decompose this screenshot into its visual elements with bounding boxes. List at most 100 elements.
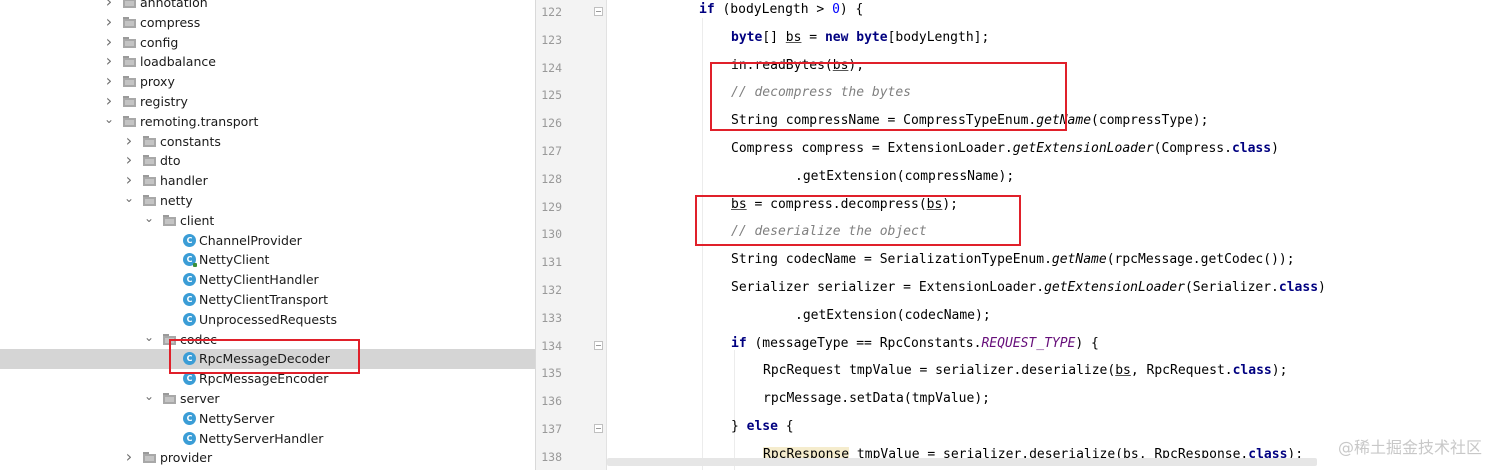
chevron-right-icon[interactable]: › [103, 13, 115, 29]
tree-item-label: client [180, 212, 215, 228]
tree-item-label: remoting.transport [140, 113, 259, 129]
line-number-gutter: 122 123 124 125 126 127 128 129 130 131 132 133 134 1… [536, 0, 606, 470]
package-folder-icon [123, 96, 136, 107]
code-line[interactable]: byte[] bs = new byte[bodyLength]; [731, 29, 989, 47]
tree-item-label: NettyServerHandler [199, 430, 324, 446]
tree-folder-constants[interactable]: › constants [0, 132, 535, 152]
line-number: 132 [541, 283, 562, 297]
code-token: String codecName = SerializationTypeEnum… [731, 252, 1052, 268]
code-token: = [801, 29, 825, 45]
code-token: (Compress. [1153, 141, 1232, 156]
code-token: class [1232, 363, 1272, 379]
code-line[interactable]: RpcRequest tmpValue = serializer.deseria… [763, 362, 1287, 380]
pin-badge-icon [193, 263, 197, 268]
code-line[interactable]: String codecName = SerializationTypeEnum… [731, 251, 1295, 269]
code-token: ) [1318, 280, 1326, 295]
chevron-down-icon[interactable]: ⌄ [123, 192, 135, 206]
line-number: 122 [541, 5, 562, 19]
tree-folder-proxy[interactable]: › proxy [0, 72, 535, 92]
line-number: 128 [541, 171, 562, 186]
horizontal-scrollbar[interactable] [607, 458, 1317, 466]
project-tree[interactable]: › annotation › compress › config › loadbalance ›… [0, 0, 535, 470]
tree-class-NettyClientHandler[interactable]: C NettyClientHandler [0, 270, 535, 290]
tree-item-label: loadbalance [140, 54, 216, 70]
chevron-right-icon[interactable]: › [103, 73, 115, 89]
tree-folder-registry[interactable]: › registry [0, 92, 535, 112]
watermark-text: @稀土掘金技术社区 [1338, 438, 1483, 457]
line-number: 136 [541, 394, 562, 409]
code-line[interactable]: if (messageType == RpcConstants.REQUEST_… [731, 335, 1099, 353]
line-number: 134 [541, 338, 562, 353]
package-folder-icon [123, 56, 136, 68]
code-line[interactable]: Compress compress = ExtensionLoader.getE… [731, 140, 1279, 158]
code-token: ) { [1075, 335, 1099, 351]
code-token: (bodyLength > [714, 2, 833, 17]
code-token: [] [762, 29, 786, 45]
java-class-icon: C [183, 253, 197, 268]
chevron-down-icon[interactable]: ⌄ [143, 390, 155, 404]
tree-item-label: NettyClient [199, 252, 270, 268]
chevron-right-icon[interactable]: › [123, 449, 135, 465]
tree-class-NettyServerHandler[interactable]: C NettyServerHandler [0, 429, 535, 449]
annotation-box-rpc-message-decoder [169, 339, 360, 374]
code-line[interactable]: rpcMessage.setData(tmpValue); [763, 390, 990, 408]
chevron-right-icon[interactable]: › [123, 152, 135, 168]
fold-toggle-icon[interactable] [594, 7, 603, 16]
code-token: byte [856, 29, 888, 45]
tree-item-label: UnprocessedRequests [199, 311, 338, 327]
code-token: .getExtension(codecName); [795, 307, 991, 323]
package-folder-icon [123, 76, 136, 88]
package-folder-icon [163, 214, 176, 226]
tree-folder-annotation[interactable]: › annotation [0, 0, 535, 13]
fold-toggle-icon[interactable] [594, 424, 603, 433]
java-class-icon: C [183, 293, 196, 306]
chevron-down-icon[interactable]: ⌄ [103, 113, 115, 127]
package-folder-icon [123, 16, 136, 28]
code-line[interactable]: .getExtension(compressName); [795, 168, 1014, 186]
chevron-down-icon[interactable]: ⌄ [143, 212, 155, 226]
chevron-right-icon[interactable]: › [103, 53, 115, 69]
code-token: ); [1271, 363, 1288, 379]
chevron-right-icon[interactable]: › [123, 172, 135, 188]
code-line[interactable]: if (bodyLength > 0) { [699, 1, 863, 19]
package-folder-icon [143, 155, 156, 167]
tree-folder-server[interactable]: ⌄ server [0, 389, 535, 409]
code-token: class [1231, 141, 1272, 156]
chevron-down-icon[interactable]: ⌄ [143, 331, 155, 345]
code-token: (compressType); [1091, 113, 1209, 129]
tree-folder-compress[interactable]: › compress [0, 13, 535, 33]
chevron-right-icon[interactable]: › [103, 0, 115, 10]
tree-item-label: NettyClientTransport [199, 292, 329, 307]
chevron-right-icon[interactable]: › [103, 33, 115, 49]
line-number: 131 [541, 255, 562, 270]
tree-folder-provider[interactable]: › provider [0, 448, 535, 468]
tree-class-NettyClient[interactable]: C NettyClient [0, 250, 535, 270]
code-line[interactable]: } else { [731, 418, 794, 436]
tree-class-NettyClientTransport[interactable]: C NettyClientTransport [0, 290, 535, 310]
chevron-right-icon[interactable]: › [103, 93, 115, 109]
code-line[interactable]: .getExtension(codecName); [795, 307, 991, 325]
code-line[interactable]: Serializer serializer = ExtensionLoader.… [731, 279, 1326, 297]
code-token: getName [1051, 252, 1107, 268]
tree-item-label: handler [160, 173, 208, 189]
tree-folder-netty[interactable]: ⌄ netty [0, 191, 535, 211]
code-token: REQUEST_TYPE [981, 335, 1076, 351]
code-token: byte [731, 29, 763, 45]
tree-class-NettyServer[interactable]: C NettyServer [0, 409, 535, 429]
tree-class-UnprocessedRequests[interactable]: C UnprocessedRequests [0, 310, 535, 330]
tree-folder-loadbalance[interactable]: › loadbalance [0, 52, 535, 72]
tree-folder-remoting-transport[interactable]: ⌄ remoting.transport [0, 112, 535, 132]
fold-toggle-icon[interactable] [594, 340, 603, 350]
code-token: if [731, 335, 747, 351]
java-class-icon: C [183, 233, 196, 247]
tree-folder-client[interactable]: ⌄ client [0, 211, 535, 231]
tree-folder-dto[interactable]: › dto [0, 151, 535, 171]
code-token: (messageType == RpcConstants. [746, 335, 982, 351]
tree-item-label: NettyServer [199, 410, 275, 426]
tree-folder-config[interactable]: › config [0, 33, 535, 53]
annotation-box-decompress-call [695, 195, 1021, 246]
tree-item-label: annotation [140, 0, 208, 10]
chevron-right-icon[interactable]: › [123, 132, 135, 148]
tree-class-ChannelProvider[interactable]: C ChannelProvider [0, 231, 535, 251]
tree-folder-handler[interactable]: › handler [0, 171, 535, 191]
